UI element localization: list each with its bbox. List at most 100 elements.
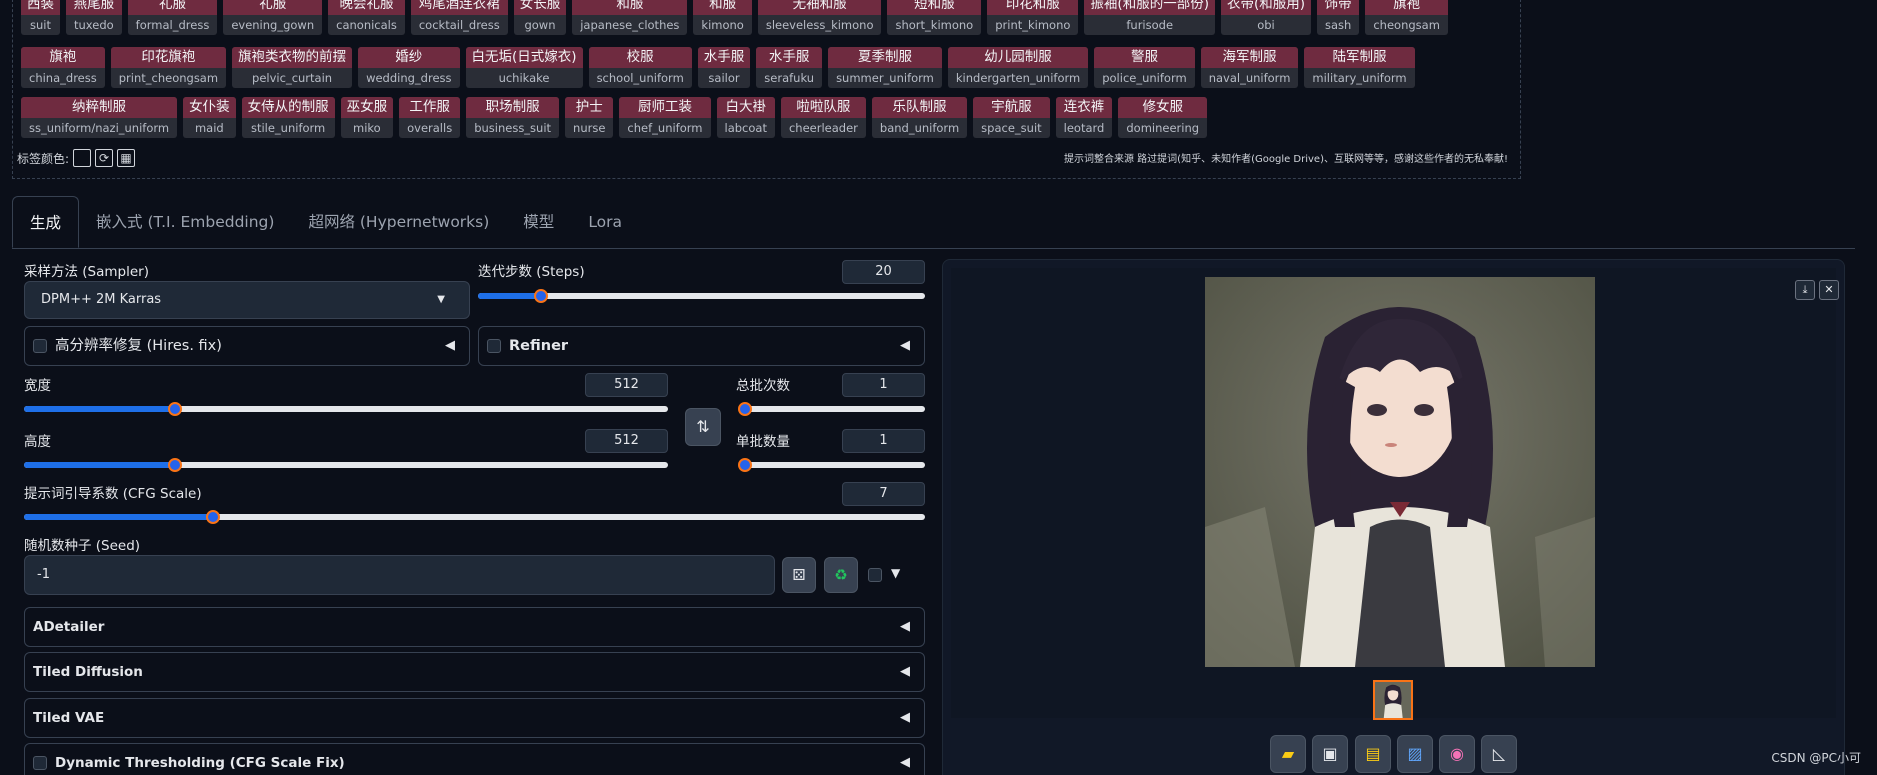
tag-chip[interactable]: 厨师工装 chef_uniform: [619, 97, 711, 138]
tag-chip[interactable]: 夏季制服 summer_uniform: [828, 47, 942, 88]
hires-fix-checkbox[interactable]: [33, 339, 47, 353]
tag-chip[interactable]: 水手服 sailor: [697, 47, 751, 88]
height-input[interactable]: 512: [585, 429, 668, 453]
steps-slider-thumb[interactable]: [533, 289, 548, 303]
download-icon[interactable]: ⤓: [1795, 280, 1815, 300]
tag-chip[interactable]: 宇航服 space_suit: [973, 97, 1050, 138]
tag-row: 旗袍 china_dress 印花旗袍 print_cheongsam 旗袍类衣物的前摆…: [21, 47, 1415, 88]
zip-button[interactable]: ▤: [1355, 735, 1391, 773]
tag-chip[interactable]: 燕尾服 tuxedo: [66, 0, 122, 35]
width-slider[interactable]: [24, 402, 668, 416]
seed-input[interactable]: -1: [24, 555, 775, 595]
credits-text: 提示词整合来源 路过提词(知乎、未知作者(Google Drive)、互联网等等…: [1064, 154, 1508, 165]
calendar-icon[interactable]: ▦: [117, 149, 136, 167]
width-input[interactable]: 512: [585, 373, 668, 397]
generated-image[interactable]: [1205, 277, 1595, 667]
tag-chip[interactable]: 短和服 short_kimono: [887, 0, 982, 35]
refiner-accordion[interactable]: Refiner ◀: [478, 326, 925, 366]
tab-generate[interactable]: 生成: [12, 196, 80, 248]
tag-chip[interactable]: 警服 police_uniform: [1094, 47, 1195, 88]
tiled-diffusion-accordion[interactable]: Tiled Diffusion ◀: [24, 652, 925, 692]
tag-chip[interactable]: 和服 kimono: [693, 0, 752, 35]
cfg-slider-thumb[interactable]: [206, 510, 221, 524]
tag-chip[interactable]: 婚纱 wedding_dress: [358, 47, 460, 88]
batch-count-slider-thumb[interactable]: [738, 402, 752, 416]
steps-slider[interactable]: [478, 289, 925, 303]
tag-chip[interactable]: 西装 suit: [21, 0, 60, 35]
tab-hypernetworks[interactable]: 超网络 (Hypernetworks): [291, 196, 506, 248]
tag-chip[interactable]: 修女服 domineering: [1118, 97, 1208, 138]
gallery-thumbnail[interactable]: [1373, 680, 1413, 720]
tag-chip[interactable]: 女长服 gown: [513, 0, 567, 35]
batch-size-slider-thumb[interactable]: [738, 458, 752, 472]
tiled-vae-accordion[interactable]: Tiled VAE ◀: [24, 698, 925, 738]
tag-chip[interactable]: 工作服 overalls: [399, 97, 461, 138]
height-slider-thumb[interactable]: [167, 458, 182, 472]
extra-seed-checkbox[interactable]: [868, 568, 882, 582]
adetailer-accordion[interactable]: ADetailer ◀: [24, 607, 925, 647]
batch-count-slider[interactable]: [738, 402, 925, 416]
save-button[interactable]: ▣: [1312, 735, 1348, 773]
refiner-checkbox[interactable]: [487, 339, 501, 353]
batch-size-input[interactable]: 1: [842, 429, 925, 453]
tag-chip[interactable]: 白无垢(日式嫁衣) uchikake: [465, 47, 583, 88]
dynamic-thresholding-accordion[interactable]: Dynamic Thresholding (CFG Scale Fix) ◀: [24, 743, 925, 775]
height-slider[interactable]: [24, 458, 668, 472]
batch-count-input[interactable]: 1: [842, 373, 925, 397]
tag-chip[interactable]: 旗袍 cheongsam: [1365, 0, 1448, 35]
tag-chip[interactable]: 啦啦队服 cheerleader: [780, 97, 866, 138]
sampler-dropdown[interactable]: DPM++ 2M Karras ▼: [24, 281, 470, 319]
reuse-seed-button[interactable]: ♻: [824, 557, 858, 593]
extra-seed-toggle-icon[interactable]: ▼: [891, 566, 900, 580]
refresh-icon[interactable]: ⟳: [95, 149, 114, 167]
open-folder-button[interactable]: ▰: [1270, 735, 1306, 773]
tag-chip[interactable]: 旗袍 china_dress: [21, 47, 105, 88]
tag-chip[interactable]: 振袖(和服的一部份) furisode: [1084, 0, 1215, 35]
tag-chip[interactable]: 水手服 serafuku: [756, 47, 823, 88]
hires-fix-accordion[interactable]: 高分辨率修复 (Hires. fix) ◀: [24, 326, 470, 366]
tag-chip[interactable]: 印花旗袍 print_cheongsam: [110, 47, 227, 88]
tab-textual-inversion[interactable]: 嵌入式 (T.I. Embedding): [79, 196, 291, 248]
tag-chip[interactable]: 校服 school_uniform: [588, 47, 692, 88]
dynamic-thresholding-checkbox[interactable]: [33, 756, 47, 770]
tag-chip[interactable]: 和服 japanese_clothes: [572, 0, 688, 35]
tag-chip[interactable]: 礼服 evening_gown: [223, 0, 323, 35]
collapse-arrow-icon: ◀: [900, 664, 910, 679]
tab-checkpoints[interactable]: 模型: [506, 196, 571, 248]
steps-input[interactable]: 20: [842, 260, 925, 284]
swap-dimensions-button[interactable]: ⇅: [685, 408, 721, 446]
tag-chip[interactable]: 幼儿园制服 kindergarten_uniform: [947, 47, 1089, 88]
tag-chip[interactable]: 衣带(和服用) obi: [1220, 0, 1312, 35]
send-to-inpaint-button[interactable]: ◉: [1439, 735, 1475, 773]
tag-chip[interactable]: 女仆装 maid: [183, 97, 236, 138]
color-swatch-checkbox[interactable]: [73, 149, 92, 167]
tag-chip[interactable]: 陆军制服 military_uniform: [1304, 47, 1415, 88]
send-to-img2img-button[interactable]: ▨: [1397, 735, 1433, 773]
tag-chip[interactable]: 礼服 formal_dress: [127, 0, 218, 35]
tag-chip[interactable]: 晚会礼服 canonicals: [328, 0, 405, 35]
tag-chip[interactable]: 白大褂 labcoat: [716, 97, 775, 138]
tab-lora[interactable]: Lora: [571, 196, 639, 248]
batch-size-slider[interactable]: [738, 458, 925, 472]
close-icon[interactable]: ✕: [1819, 280, 1839, 300]
tag-chip[interactable]: 旗袍类衣物的前摆 pelvic_curtain: [232, 47, 353, 88]
send-to-extras-button[interactable]: ◺: [1481, 735, 1517, 773]
tag-english-label: kimono: [701, 18, 744, 32]
tag-chip[interactable]: 护士 nurse: [565, 97, 614, 138]
tag-chip[interactable]: 巫女服 miko: [340, 97, 394, 138]
tag-chip[interactable]: 鸡尾酒连衣裙 cocktail_dress: [410, 0, 508, 35]
tag-chip[interactable]: 印花和服 print_kimono: [987, 0, 1079, 35]
chevron-down-icon: ▼: [437, 294, 445, 305]
tag-chip[interactable]: 无袖和服 sleeveless_kimono: [757, 0, 882, 35]
tag-chip[interactable]: 饰带 sash: [1317, 0, 1360, 35]
tag-chip[interactable]: 连衣裤 leotard: [1055, 97, 1113, 138]
cfg-slider[interactable]: [24, 510, 925, 524]
width-slider-thumb[interactable]: [167, 402, 182, 416]
tag-chip[interactable]: 女侍从的制服 stile_uniform: [241, 97, 335, 138]
tag-chip[interactable]: 海军制服 naval_uniform: [1200, 47, 1299, 88]
tag-chip[interactable]: 纳粹制服 ss_uniform/nazi_uniform: [21, 97, 178, 138]
cfg-input[interactable]: 7: [842, 482, 925, 506]
random-seed-button[interactable]: ⚄: [782, 557, 816, 593]
tag-chip[interactable]: 乐队制服 band_uniform: [871, 97, 968, 138]
tag-chip[interactable]: 职场制服 business_suit: [466, 97, 560, 138]
